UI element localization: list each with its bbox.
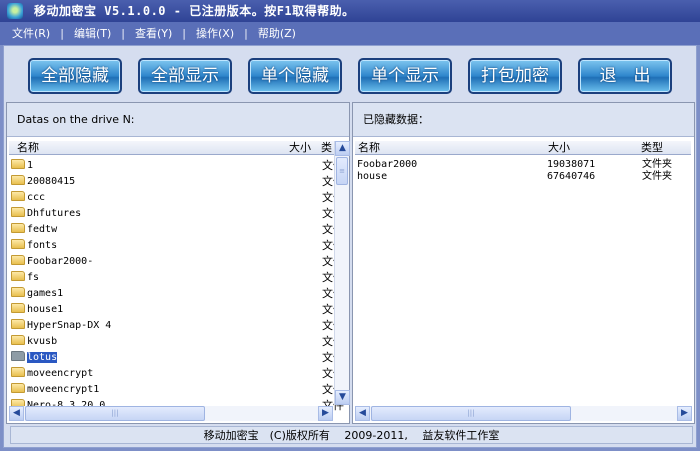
scroll-right-button[interactable]: ▶ (677, 406, 692, 421)
item-name: fonts (27, 240, 58, 251)
menu-bar: 文件(R) | 编辑(T) | 查看(Y) | 操作(X) | 帮助(Z) (0, 22, 700, 45)
folder-icon (11, 303, 25, 313)
vertical-scroll-thumb[interactable]: ≡ (336, 157, 348, 185)
col-type[interactable]: 类型 (641, 141, 663, 155)
hidden-panel-header: 已隐藏数据： (353, 103, 694, 137)
hidden-item-name[interactable]: Foobar2000 (357, 159, 417, 171)
list-item[interactable]: moveencrypt 文件 (11, 366, 344, 382)
item-name: 1 (27, 160, 34, 171)
item-name: HyperSnap-DX 4 (27, 320, 112, 331)
col-type[interactable]: 类 (321, 141, 332, 155)
list-item[interactable]: lotus 文件 (11, 350, 344, 366)
list-item[interactable]: games1 文件 (11, 286, 344, 302)
scroll-down-button[interactable]: ▼ (335, 390, 350, 405)
drive-list-header: 名称 大小 类 (9, 141, 335, 155)
col-size[interactable]: 大小 (289, 141, 311, 155)
folder-icon (11, 191, 25, 201)
hide-all-button[interactable]: 全部隐藏 (28, 58, 122, 94)
col-name[interactable]: 名称 (17, 141, 39, 155)
menu-item[interactable]: 帮助(Z) (258, 22, 296, 45)
list-item[interactable]: fs 文件 (11, 270, 344, 286)
list-item[interactable]: moveencrypt1 文件 (11, 382, 344, 398)
folder-icon (11, 159, 25, 169)
item-name: fedtw (27, 224, 58, 235)
item-name: kvusb (27, 336, 58, 347)
scroll-up-button[interactable]: ▲ (335, 141, 350, 156)
folder-icon (11, 351, 25, 361)
window-title: 移动加密宝 V5.1.0.0 - 已注册版本。按F1取得帮助。 (34, 4, 355, 18)
show-all-button[interactable]: 全部显示 (138, 58, 232, 94)
status-bar: 移动加密宝 (C)版权所有 2009-2011, 益友软件工作室 (10, 426, 693, 444)
item-name: lotus (27, 352, 58, 363)
item-name: games1 (27, 288, 64, 299)
folder-icon (11, 255, 25, 265)
hidden-item-size[interactable]: 67640746 (547, 171, 595, 183)
col-name[interactable]: 名称 (358, 141, 380, 155)
drive-panel: Datas on the drive N: 名称 大小 类 1 文件 2008041… (6, 102, 350, 424)
hidden-item-size[interactable]: 19038071 (547, 159, 595, 171)
list-item[interactable]: Foobar2000- 文件 (11, 254, 344, 270)
main-frame: 全部隐藏 全部显示 单个隐藏 单个显示 打包加密退 出 Datas on the dri… (3, 45, 697, 448)
scroll-right-button[interactable]: ▶ (318, 406, 333, 421)
list-item[interactable]: house1 文件 (11, 302, 344, 318)
scroll-left-button[interactable]: ◀ (355, 406, 370, 421)
drive-panel-header: Datas on the drive N: (7, 103, 349, 137)
list-item[interactable]: ccc 文件 (11, 190, 344, 206)
folder-icon (11, 287, 25, 297)
list-item[interactable]: Dhfutures 文件 (11, 206, 344, 222)
item-name: Dhfutures (27, 208, 82, 219)
menu-item[interactable]: 文件(R) (12, 22, 50, 45)
pack-encrypt-button[interactable]: 打包加密 (468, 58, 562, 94)
hidden-item-type[interactable]: 文件夹 (642, 171, 672, 183)
folder-icon (11, 207, 25, 217)
item-name: 20080415 (27, 176, 76, 187)
item-name: moveencrypt (27, 368, 94, 379)
menu-item[interactable]: 编辑(T) (74, 22, 111, 45)
title-bar: 移动加密宝 V5.1.0.0 - 已注册版本。按F1取得帮助。 (0, 0, 700, 22)
menu-separator: | (244, 27, 248, 40)
hidden-item-type[interactable]: 文件夹 (642, 159, 672, 171)
list-item[interactable]: 1 文件 (11, 158, 344, 174)
horizontal-scroll-thumb[interactable]: ||| (25, 406, 205, 421)
item-name: moveencrypt1 (27, 384, 100, 395)
folder-icon (11, 335, 25, 345)
list-item[interactable]: 20080415 文件 (11, 174, 344, 190)
menu-item[interactable]: 查看(Y) (135, 22, 172, 45)
folder-icon (11, 271, 25, 281)
menu-separator: | (60, 27, 64, 40)
hidden-panel: 已隐藏数据： 名称 大小 类型 Foobar2000 19038071 文件夹 hou… (352, 102, 695, 424)
horizontal-scrollbar[interactable]: ◀ ||| ▶ (9, 406, 333, 421)
item-name: ccc (27, 192, 46, 203)
vertical-scrollbar[interactable]: ▲ ≡ ▼ (334, 141, 350, 405)
horizontal-scroll-thumb[interactable]: ||| (371, 406, 571, 421)
show-single-button[interactable]: 单个显示 (358, 58, 452, 94)
folder-icon (11, 223, 25, 233)
folder-icon (11, 239, 25, 249)
app-icon (7, 3, 23, 19)
menu-item[interactable]: 操作(X) (196, 22, 234, 45)
folder-icon (11, 367, 25, 377)
folder-icon (11, 383, 25, 393)
exit-button[interactable]: 退 出 (578, 58, 672, 94)
item-name: fs (27, 272, 40, 283)
item-name: house1 (27, 304, 64, 315)
item-name: Foobar2000- (27, 256, 94, 267)
scroll-left-button[interactable]: ◀ (9, 406, 24, 421)
list-item[interactable]: fedtw 文件 (11, 222, 344, 238)
list-item[interactable]: HyperSnap-DX 4 文件 (11, 318, 344, 334)
hidden-item-name[interactable]: house (357, 171, 387, 183)
menu-separator: | (121, 27, 125, 40)
col-size[interactable]: 大小 (548, 141, 570, 155)
folder-icon (11, 319, 25, 329)
hidden-list-header: 名称 大小 类型 (355, 141, 691, 155)
menu-separator: | (182, 27, 187, 40)
folder-icon (11, 175, 25, 185)
hide-single-button[interactable]: 单个隐藏 (248, 58, 342, 94)
horizontal-scrollbar[interactable]: ◀ ||| ▶ (355, 406, 692, 421)
list-item[interactable]: fonts 文件 (11, 238, 344, 254)
list-item[interactable]: kvusb 文件 (11, 334, 344, 350)
